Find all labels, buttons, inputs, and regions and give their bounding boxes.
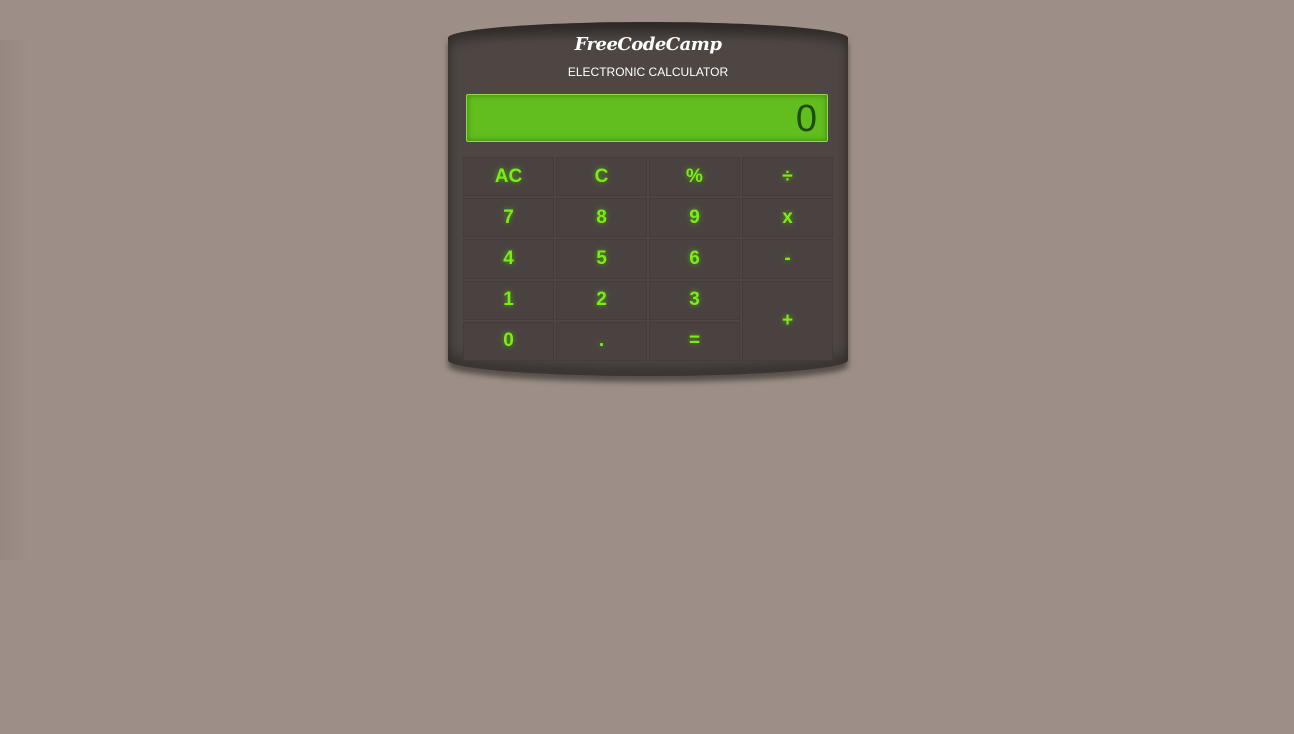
- brand-title: FreeCodeCamp: [574, 34, 722, 55]
- calculator: FreeCodeCamp ELECTRONIC CALCULATOR 0 AC …: [448, 22, 848, 376]
- display-value: 0: [795, 98, 817, 140]
- clear-button[interactable]: C: [556, 157, 647, 197]
- digit-0-button[interactable]: 0: [463, 321, 554, 361]
- digit-8-button[interactable]: 8: [556, 198, 647, 238]
- all-clear-button[interactable]: AC: [463, 157, 554, 197]
- minus-button[interactable]: -: [742, 239, 833, 279]
- decimal-button[interactable]: .: [556, 321, 647, 361]
- digit-5-button[interactable]: 5: [556, 239, 647, 279]
- display-screen: 0: [466, 94, 828, 142]
- digit-7-button[interactable]: 7: [463, 198, 554, 238]
- digit-9-button[interactable]: 9: [649, 198, 740, 238]
- divide-button[interactable]: ÷: [742, 157, 833, 197]
- equals-button[interactable]: =: [649, 321, 740, 361]
- multiply-button[interactable]: x: [742, 198, 833, 238]
- keypad: AC C % ÷ 7 8 9 x 4 5 6 - 1 2 3 + 0 . =: [463, 157, 833, 361]
- digit-2-button[interactable]: 2: [556, 280, 647, 320]
- digit-3-button[interactable]: 3: [649, 280, 740, 320]
- digit-1-button[interactable]: 1: [463, 280, 554, 320]
- percent-button[interactable]: %: [649, 157, 740, 197]
- digit-4-button[interactable]: 4: [463, 239, 554, 279]
- digit-6-button[interactable]: 6: [649, 239, 740, 279]
- plus-button[interactable]: +: [742, 280, 833, 361]
- calculator-subtitle: ELECTRONIC CALCULATOR: [567, 65, 729, 79]
- background-shade: [0, 40, 30, 560]
